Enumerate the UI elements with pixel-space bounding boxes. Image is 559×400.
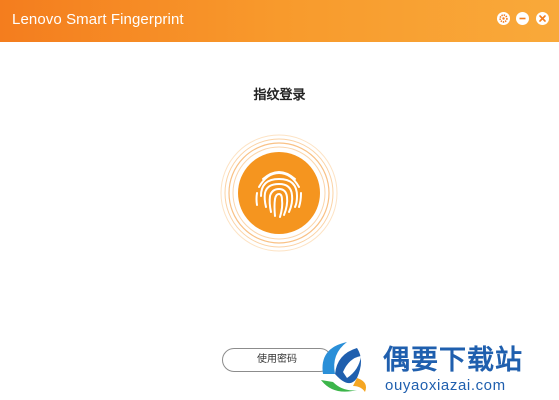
fingerprint-icon [220, 134, 338, 252]
gear-icon [499, 14, 508, 23]
watermark: 偶要下载站 ouyaoxiazai.com [313, 334, 557, 398]
title-bar: Lenovo Smart Fingerprint [0, 0, 559, 42]
watermark-text-en: ouyaoxiazai.com [385, 377, 506, 394]
watermark-text-cn: 偶要下载站 [383, 345, 523, 376]
close-icon [539, 15, 546, 22]
close-button[interactable] [536, 12, 549, 25]
app-title: Lenovo Smart Fingerprint [12, 11, 184, 28]
app-window: Lenovo Smart Fingerprint 指纹登录 使用密码 偶要下载站… [0, 0, 559, 400]
minimize-icon [519, 17, 526, 20]
settings-button[interactable] [497, 12, 510, 25]
page-title: 指纹登录 [253, 88, 306, 103]
minimize-button[interactable] [516, 12, 529, 25]
site-logo-icon [321, 342, 366, 392]
fingerprint-sensor[interactable] [219, 133, 339, 253]
